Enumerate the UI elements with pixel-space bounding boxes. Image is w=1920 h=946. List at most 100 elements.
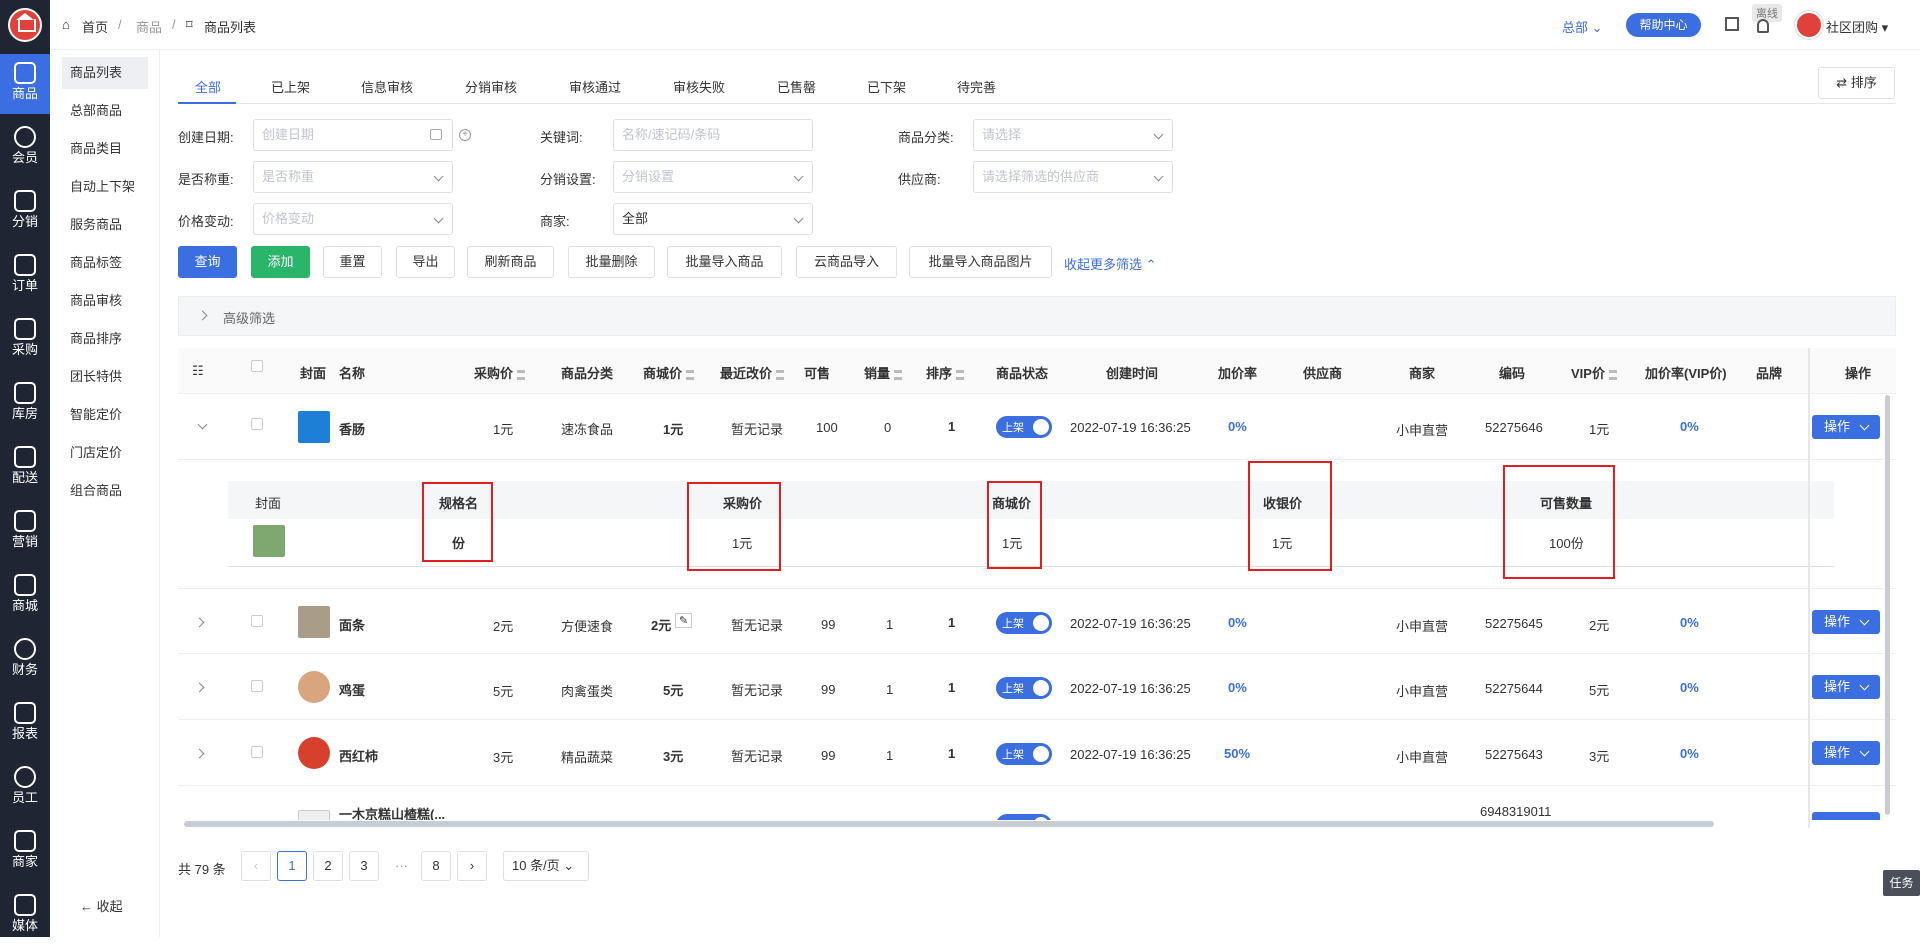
rail-item-media[interactable]: 媒体 (0, 886, 50, 946)
expand-row-icon[interactable] (194, 682, 205, 693)
row-checkbox[interactable] (251, 615, 263, 627)
th-sort[interactable]: 排序 (926, 363, 965, 382)
rail-item-merchants[interactable]: 商家 (0, 822, 50, 882)
logo-icon[interactable] (8, 8, 42, 42)
th-last-change[interactable]: 最近改价 (720, 363, 785, 382)
user-menu[interactable]: 社区团购 ▾ (1826, 17, 1888, 36)
th-cost[interactable]: 采购价 (474, 363, 526, 382)
price-change-select[interactable]: 价格变动 (253, 203, 453, 235)
page-ellipsis[interactable]: ··· (395, 858, 408, 873)
create-date-field[interactable]: 创建日期 (253, 119, 453, 151)
page-3[interactable]: 3 (349, 851, 379, 881)
collapse-row-icon[interactable] (197, 419, 208, 430)
row-checkbox[interactable] (251, 746, 263, 758)
export-button[interactable]: 导出 (396, 246, 455, 278)
avatar[interactable] (1795, 11, 1823, 39)
operation-dropdown[interactable]: 操作 (1812, 741, 1880, 765)
tab-off-shelf[interactable]: 已下架 (867, 77, 906, 96)
rail-item-members[interactable]: 会员 (0, 118, 50, 178)
category-select[interactable]: 请选择 (973, 119, 1173, 151)
batch-import-images-button[interactable]: 批量导入商品图片 (909, 246, 1052, 278)
supplier-select[interactable]: 请选择筛选的供应商 (973, 161, 1173, 193)
operation-dropdown[interactable]: 操作 (1812, 415, 1880, 439)
tab-all[interactable]: 全部 (195, 77, 221, 96)
refresh-goods-button[interactable]: 刷新商品 (467, 246, 554, 278)
status-toggle[interactable]: 上架 (996, 612, 1052, 634)
rail-item-mall[interactable]: 商城 (0, 566, 50, 626)
th-mall-price[interactable]: 商城价 (643, 363, 695, 382)
subnav-item-review[interactable]: 商品审核 (62, 285, 148, 317)
fullscreen-icon[interactable] (1725, 17, 1739, 31)
distribution-select[interactable]: 分销设置 (613, 161, 813, 193)
row-checkbox[interactable] (251, 680, 263, 692)
batch-delete-button[interactable]: 批量删除 (568, 246, 655, 278)
next-page-button[interactable]: › (457, 851, 487, 881)
rail-item-delivery[interactable]: 配送 (0, 438, 50, 498)
tab-sold-out[interactable]: 已售罄 (777, 77, 816, 96)
select-all-checkbox[interactable] (251, 360, 263, 372)
tab-incomplete[interactable]: 待完善 (957, 77, 996, 96)
subnav-item-service[interactable]: 服务商品 (62, 209, 148, 241)
rail-item-distribution[interactable]: 分销 (0, 182, 50, 242)
weighing-select[interactable]: 是否称重 (253, 161, 453, 193)
column-settings-icon[interactable]: ☷ (192, 363, 204, 379)
breadcrumb-home[interactable]: 首页 (82, 17, 108, 36)
batch-import-button[interactable]: 批量导入商品 (667, 246, 782, 278)
operation-dropdown[interactable]: 操作 (1812, 610, 1880, 634)
tab-approved[interactable]: 审核通过 (569, 77, 621, 96)
status-toggle[interactable]: 上架 (996, 416, 1052, 438)
cloud-import-button[interactable]: 云商品导入 (796, 246, 897, 278)
keyword-input[interactable]: 名称/速记码/条码 (613, 119, 813, 151)
page-2[interactable]: 2 (313, 851, 343, 881)
merchant-select[interactable]: 全部 (613, 203, 813, 235)
tab-dist-review[interactable]: 分销审核 (465, 77, 517, 96)
tab-info-review[interactable]: 信息审核 (361, 77, 413, 96)
sort-button[interactable]: ⇄ 排序 (1818, 67, 1895, 99)
rail-item-purchase[interactable]: 采购 (0, 310, 50, 370)
page-8[interactable]: 8 (421, 851, 451, 881)
add-button[interactable]: 添加 (251, 246, 310, 278)
rail-item-orders[interactable]: 订单 (0, 246, 50, 306)
tab-on-shelf[interactable]: 已上架 (271, 77, 310, 96)
query-button[interactable]: 查询 (178, 246, 237, 278)
page-size-select[interactable]: 10 条/页 ⌄ (503, 851, 589, 881)
subnav-item-leader[interactable]: 团长特供 (62, 361, 148, 393)
subnav-item-combo[interactable]: 组合商品 (62, 475, 148, 507)
rail-item-warehouse[interactable]: 库房 (0, 374, 50, 434)
subnav-item-tags[interactable]: 商品标签 (62, 247, 148, 279)
reset-button[interactable]: 重置 (323, 246, 382, 278)
subnav-item-store-price[interactable]: 门店定价 (62, 437, 148, 469)
th-vip[interactable]: VIP价 (1571, 363, 1617, 382)
status-toggle[interactable] (996, 814, 1052, 820)
subnav-item-smart-price[interactable]: 智能定价 (62, 399, 148, 431)
edit-price-icon[interactable]: ✎ (675, 613, 693, 628)
collapse-button[interactable]: ← 收起 (80, 896, 123, 915)
rail-item-marketing[interactable]: 营销 (0, 502, 50, 562)
horizontal-scrollbar[interactable] (184, 821, 1714, 827)
subnav-item-auto-shelf[interactable]: 自动上下架 (62, 171, 148, 203)
expand-row-icon[interactable] (194, 748, 205, 759)
help-center-button[interactable]: 帮助中心 (1626, 13, 1701, 37)
collapse-filters-link[interactable]: 收起更多筛选 ⌃ (1064, 254, 1157, 273)
tab-rejected[interactable]: 审核失败 (673, 77, 725, 96)
subnav-item-category[interactable]: 商品类目 (62, 133, 148, 165)
subnav-item-goods-list[interactable]: 商品列表 (62, 57, 148, 89)
rail-item-reports[interactable]: 报表 (0, 694, 50, 754)
hq-dropdown[interactable]: 总部 ⌄ (1562, 17, 1603, 36)
status-toggle[interactable]: 上架 (996, 743, 1052, 765)
rail-item-finance[interactable]: 财务 (0, 630, 50, 690)
row-checkbox[interactable] (251, 418, 263, 430)
page-1[interactable]: 1 (277, 851, 307, 881)
expand-row-icon[interactable] (194, 617, 205, 628)
advanced-filter-bar[interactable]: 高级筛选 (178, 296, 1896, 336)
bell-icon[interactable] (1757, 19, 1769, 33)
add-circle-icon[interactable]: + (459, 129, 471, 141)
operation-dropdown[interactable]: 操作 (1812, 675, 1880, 699)
operation-dropdown[interactable] (1812, 812, 1880, 820)
rail-item-staff[interactable]: 员工 (0, 758, 50, 818)
subnav-item-sort[interactable]: 商品排序 (62, 323, 148, 355)
status-toggle[interactable]: 上架 (996, 677, 1052, 699)
vertical-scrollbar[interactable] (1885, 395, 1890, 815)
prev-page-button[interactable]: ‹ (241, 851, 271, 881)
task-button[interactable]: 任务 (1883, 870, 1920, 896)
